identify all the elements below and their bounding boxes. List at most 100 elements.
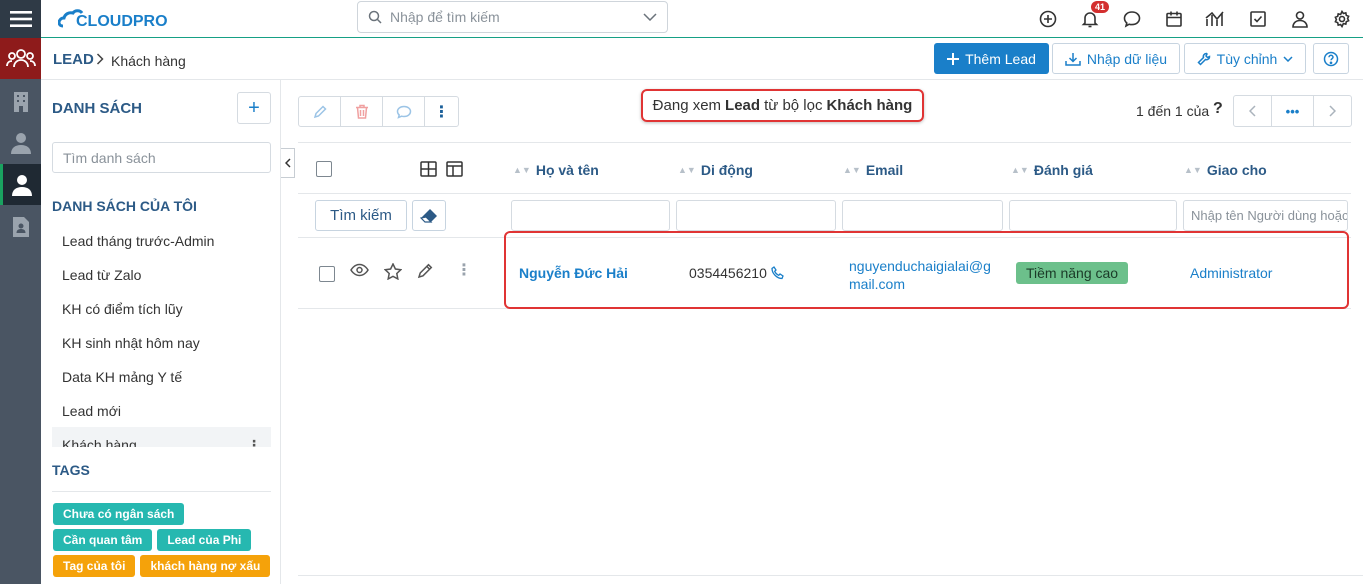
more-vertical-icon[interactable]: ⋮ (247, 437, 261, 447)
filter-indicator: Đang xem Lead từ bộ lọc Khách hàng (641, 89, 924, 122)
list-item[interactable]: KH sinh nhật hôm nay (52, 325, 271, 359)
tag[interactable]: Cần quan tâm (53, 529, 153, 551)
cloudpro-logo[interactable]: CLOUDPRO (58, 6, 178, 32)
organization-icon[interactable] (0, 80, 41, 121)
breadcrumb-current: Khách hàng (111, 53, 186, 69)
gear-icon[interactable] (1321, 0, 1363, 38)
filter-prefix: Đang xem (652, 97, 722, 114)
sort-icon: ▲▼ (1011, 165, 1029, 175)
wrench-icon (1197, 52, 1211, 66)
svg-text:CLOUDPRO: CLOUDPRO (76, 13, 168, 30)
filter-module: Lead (725, 97, 761, 114)
pencil-icon[interactable] (417, 263, 433, 279)
select-all-checkbox[interactable] (316, 161, 332, 177)
column-email[interactable]: ▲▼ Email (843, 162, 903, 178)
pencil-icon (313, 104, 327, 119)
table-header: ▲▼ Họ và tên ▲▼ Di động ▲▼ Email ▲▼ Đánh giá… (298, 142, 1351, 194)
eraser-icon (420, 208, 438, 224)
tag[interactable]: Tag của tôi (53, 555, 136, 577)
columns-icon[interactable] (446, 161, 463, 177)
tag[interactable]: Chưa có ngân sách (53, 503, 185, 525)
search-placeholder: Nhập để tìm kiếm (390, 9, 500, 25)
plus-circle-icon[interactable] (1027, 0, 1069, 38)
row-checkbox[interactable] (319, 266, 335, 282)
tag-list: Chưa có ngân sách Cần quan tâm Lead của … (53, 503, 275, 577)
add-lead-label: Thêm Lead (965, 50, 1036, 67)
column-assigned[interactable]: ▲▼ Giao cho (1184, 162, 1267, 178)
edit-button[interactable] (299, 97, 341, 126)
eye-icon[interactable] (350, 263, 369, 277)
contact-icon[interactable] (0, 122, 41, 163)
page-help[interactable]: ? (1213, 100, 1223, 118)
more-vertical-icon: ⋮ (433, 103, 450, 121)
add-list-button[interactable]: + (237, 92, 271, 124)
document-icon[interactable] (0, 206, 41, 247)
breadcrumb-module[interactable]: LEAD (53, 51, 94, 68)
filter-middle: từ bộ lọc (764, 97, 823, 114)
list-item-active[interactable]: Khách hàng ⋮ (52, 427, 271, 447)
tag[interactable]: khách hàng nợ xấu (140, 555, 271, 577)
list-item[interactable]: Lead mới (52, 393, 271, 427)
page-menu-button[interactable]: ••• (1271, 96, 1314, 126)
chart-icon[interactable] (1195, 0, 1237, 38)
chevron-left-icon (284, 158, 291, 168)
delete-button[interactable] (341, 97, 383, 126)
checkbox-icon[interactable] (1237, 0, 1279, 38)
column-name[interactable]: ▲▼ Họ và tên (513, 162, 599, 178)
calendar-icon[interactable] (1153, 0, 1195, 38)
column-rating[interactable]: ▲▼ Đánh giá (1011, 162, 1093, 178)
sort-icon: ▲▼ (1184, 165, 1202, 175)
clear-filter-button[interactable] (412, 200, 446, 231)
bell-icon[interactable]: 41 (1069, 0, 1111, 38)
list-panel: DANH SÁCH + Tìm danh sách DANH SÁCH CỦA … (41, 80, 281, 584)
menu-icon[interactable] (0, 0, 41, 38)
chevron-right-icon (96, 53, 104, 65)
star-icon[interactable] (384, 263, 402, 280)
download-icon (1065, 52, 1081, 66)
notification-badge: 41 (1091, 1, 1110, 13)
name-filter-input[interactable] (511, 200, 670, 231)
chat-icon (396, 105, 412, 119)
filter-name: Khách hàng (826, 97, 913, 114)
assigned-filter-input[interactable]: Nhập tên Người dùng hoặc Nhóm (1183, 200, 1348, 231)
search-button[interactable]: Tìm kiếm (315, 200, 407, 231)
tags-title: TAGS (52, 462, 90, 478)
pagination: ••• (1233, 95, 1352, 127)
prev-page-button[interactable] (1234, 96, 1271, 126)
more-vertical-icon[interactable]: ⋮ (456, 260, 472, 280)
list-item[interactable]: Lead tháng trước-Admin (52, 223, 271, 257)
tag[interactable]: Lead của Phi (157, 529, 252, 551)
page-info: 1 đến 1 của (1136, 103, 1210, 119)
customer-icon[interactable] (0, 164, 41, 205)
list-item[interactable]: Data KH mảng Y tế (52, 359, 271, 393)
more-actions-button[interactable]: ⋮ (425, 97, 458, 126)
customize-button[interactable]: Tùy chỉnh (1184, 43, 1306, 74)
top-bar: CLOUDPRO Nhập để tìm kiếm 41 (41, 0, 1363, 38)
import-button[interactable]: Nhập dữ liệu (1052, 43, 1180, 74)
grid-icon[interactable] (420, 161, 437, 177)
list-item[interactable]: KH có điểm tích lũy (52, 291, 271, 325)
leads-module-icon[interactable] (0, 38, 41, 79)
list-search-input[interactable]: Tìm danh sách (52, 142, 271, 173)
row-highlight-box (504, 231, 1349, 309)
plus-icon (947, 52, 960, 65)
help-button[interactable] (1313, 43, 1349, 74)
module-rail (0, 0, 41, 584)
phone-filter-input[interactable] (676, 200, 836, 231)
sort-icon: ▲▼ (678, 165, 696, 175)
list-item-label: Khách hàng (62, 437, 137, 447)
column-phone[interactable]: ▲▼ Di động (678, 162, 753, 178)
my-lists: Lead tháng trước-Admin Lead từ Zalo KH c… (52, 223, 271, 447)
rating-filter-input[interactable] (1009, 200, 1177, 231)
next-page-button[interactable] (1314, 96, 1351, 126)
email-filter-input[interactable] (842, 200, 1003, 231)
add-lead-button[interactable]: Thêm Lead (934, 43, 1049, 74)
collapse-panel-button[interactable] (281, 148, 295, 178)
chevron-down-icon[interactable] (643, 13, 657, 21)
chat-icon[interactable] (1111, 0, 1153, 38)
bulk-toolbar: ⋮ (298, 96, 459, 127)
comment-button[interactable] (383, 97, 425, 126)
user-icon[interactable] (1279, 0, 1321, 38)
global-search-input[interactable]: Nhập để tìm kiếm (357, 1, 668, 33)
list-item[interactable]: Lead từ Zalo (52, 257, 271, 291)
